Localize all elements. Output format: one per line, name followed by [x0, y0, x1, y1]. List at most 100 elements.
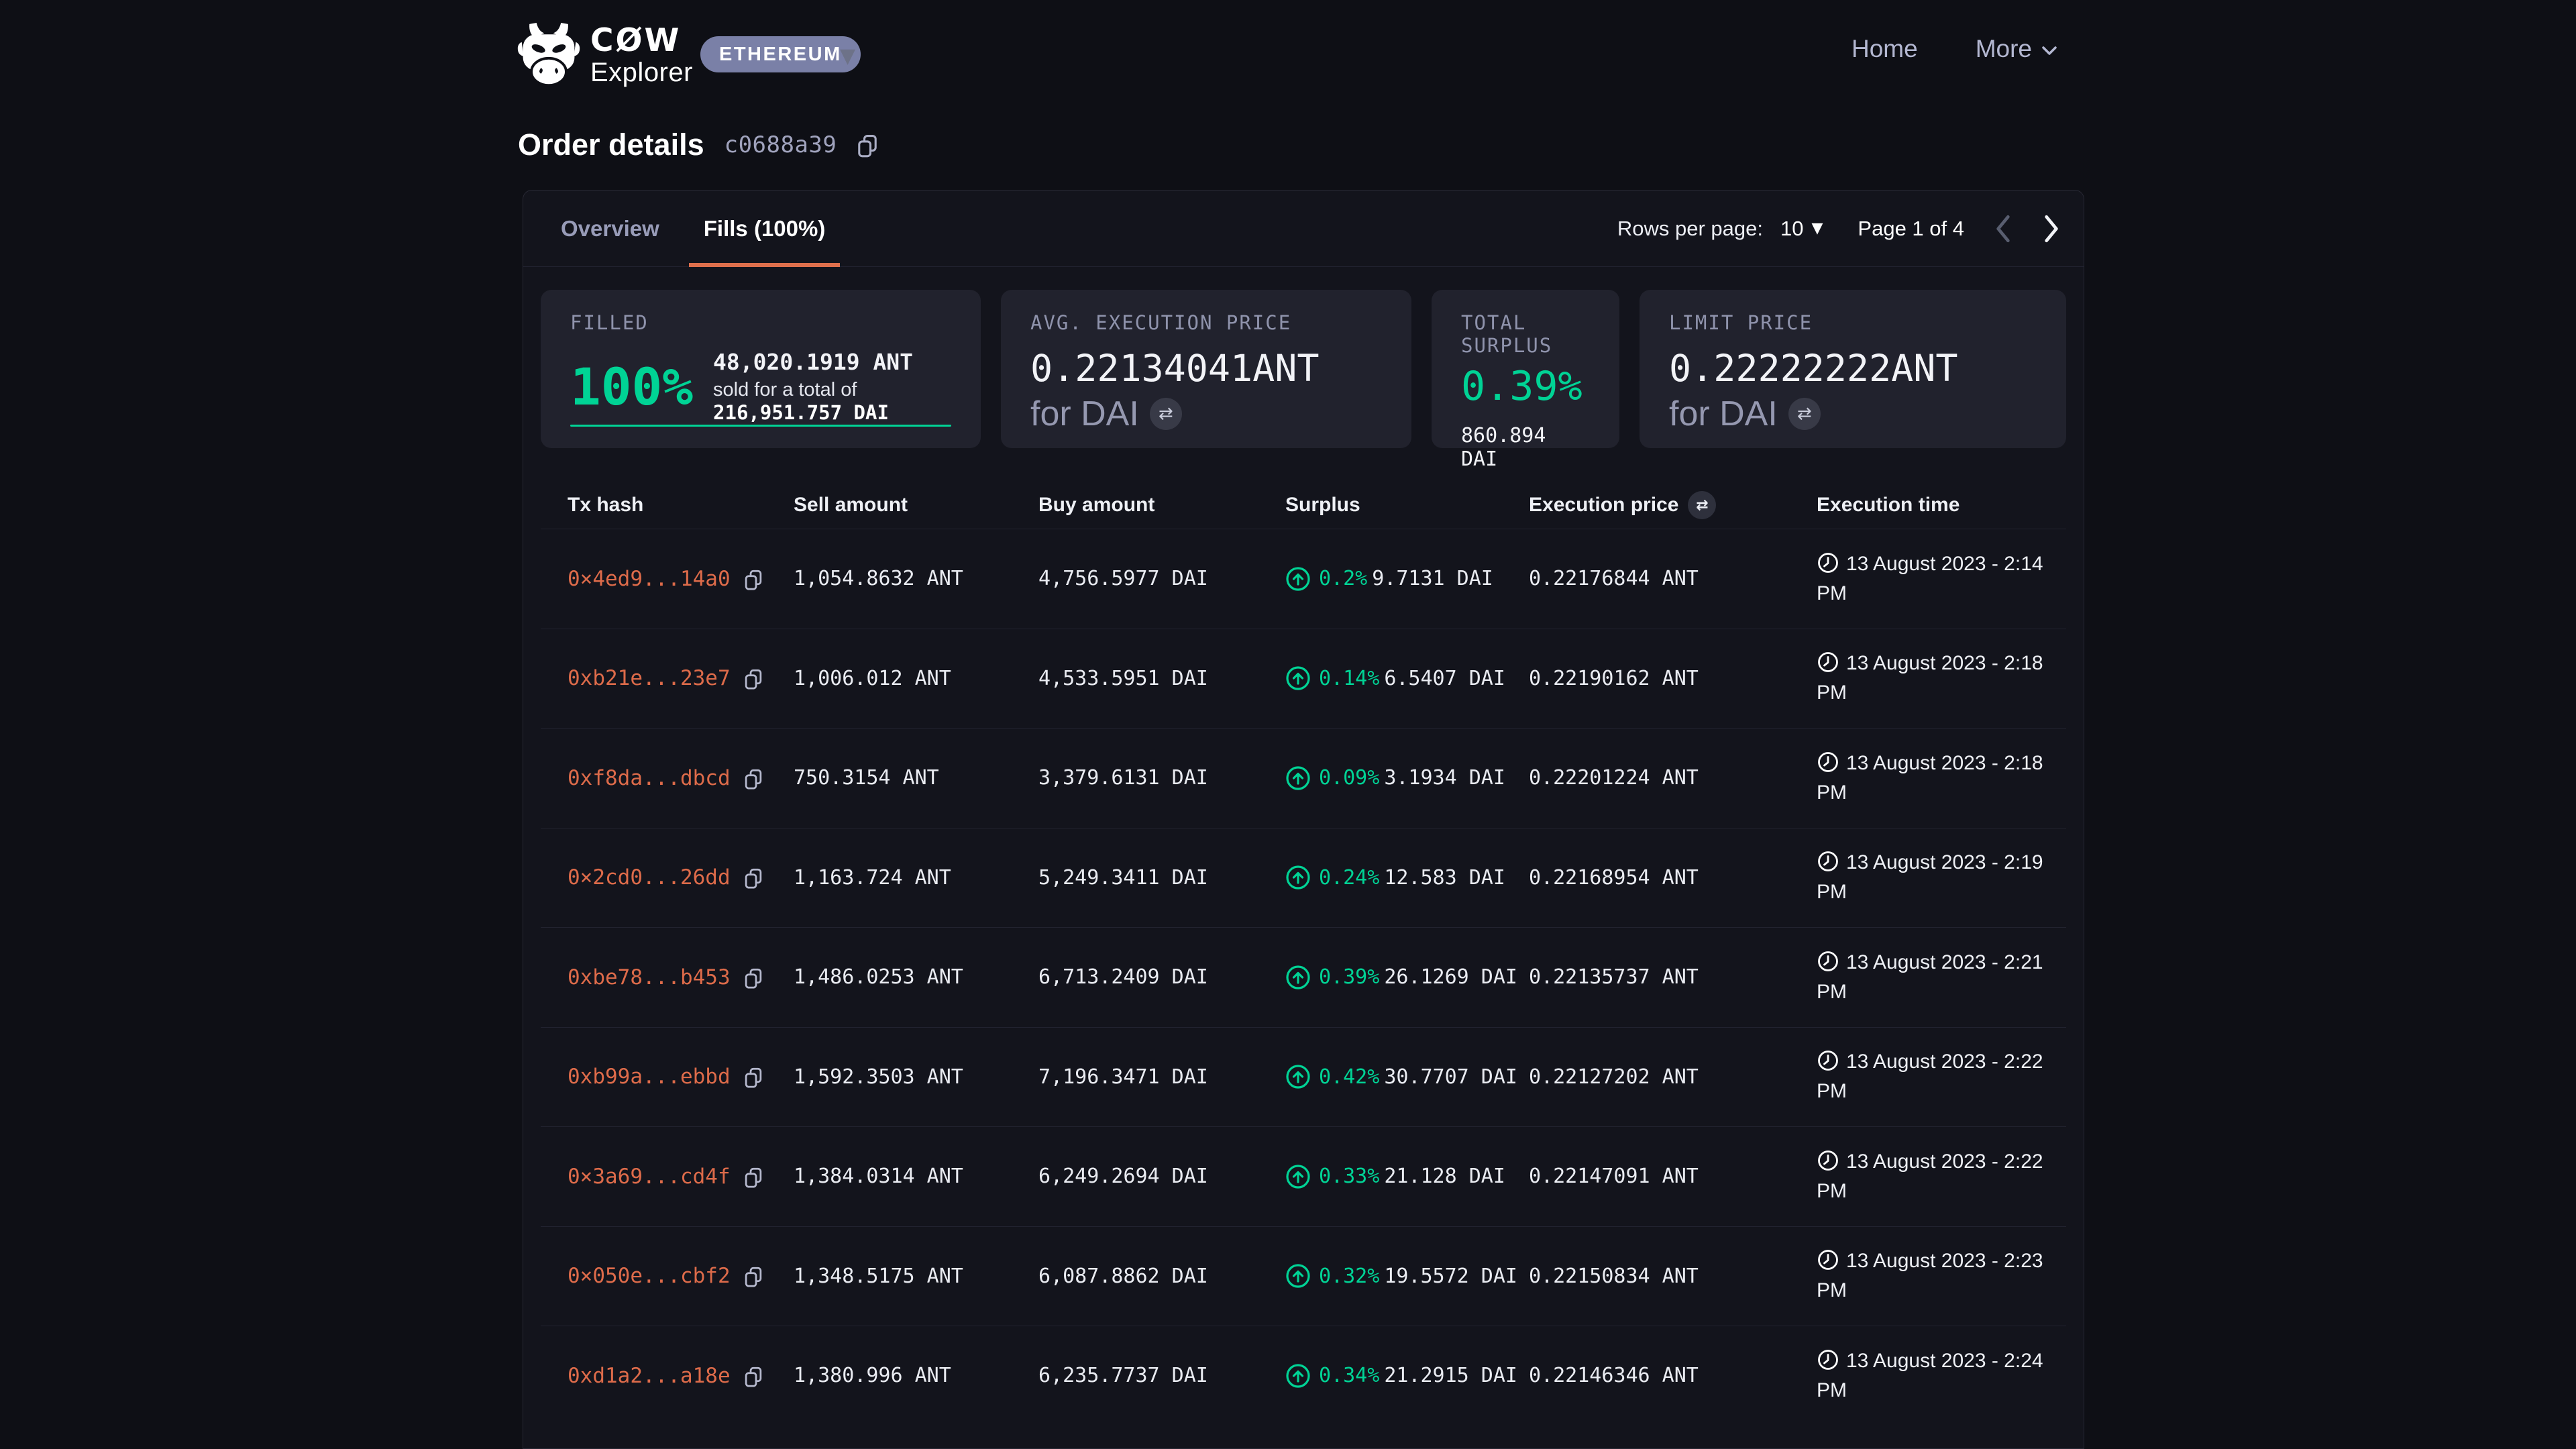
- tab-fills-label: Fills (100%): [704, 216, 826, 241]
- surplus-cell: 0.39% 26.1269 DAI: [1285, 965, 1529, 990]
- copy-tx-hash-button[interactable]: [744, 1067, 763, 1089]
- col-sell-amount: Sell amount: [794, 494, 1038, 517]
- nav-more[interactable]: More: [1976, 35, 2057, 63]
- execution-time-text: 13 August 2023 - 2:22 PM: [1817, 1051, 2043, 1102]
- execution-time-cell: 13 August 2023 - 2:22 PM: [1817, 1047, 2066, 1106]
- surplus-up-icon: [1285, 765, 1311, 791]
- tab-overview[interactable]: Overview: [546, 191, 674, 266]
- limit-price-invert-button[interactable]: ⇄: [1788, 398, 1821, 430]
- tx-hash-link[interactable]: 0×3a69...cd4f: [568, 1165, 731, 1189]
- tx-hash-link[interactable]: 0×4ed9...14a0: [568, 567, 731, 591]
- rows-per-page-caret-icon: ▼: [1812, 220, 1823, 237]
- nav-home-label: Home: [1851, 35, 1918, 63]
- surplus-cell: 0.32% 19.5572 DAI: [1285, 1263, 1529, 1289]
- copy-tx-hash-button[interactable]: [744, 868, 763, 890]
- limit-price-value: 0.22222222ANT: [1669, 347, 2037, 390]
- copy-icon: [744, 669, 763, 690]
- total-surplus-card: TOTAL SURPLUS 0.39% 860.894 DAI: [1432, 290, 1619, 448]
- execution-price-cell: 0.22168954 ANT: [1529, 866, 1817, 890]
- tx-hash-cell: 0xbe78...b453: [541, 965, 794, 989]
- table-header-row: Tx hash Sell amount Buy amount Surplus E…: [541, 482, 2066, 529]
- main-nav: Home More: [1851, 35, 2057, 63]
- next-page-button[interactable]: [2012, 213, 2061, 244]
- tx-hash-link[interactable]: 0xf8da...dbcd: [568, 766, 731, 790]
- buy-amount-cell: 3,379.6131 DAI: [1038, 766, 1285, 790]
- tx-hash-link[interactable]: 0×2cd0...26dd: [568, 865, 731, 890]
- avg-price-label: AVG. EXECUTION PRICE: [1030, 311, 1382, 334]
- surplus-cell: 0.42% 30.7707 DAI: [1285, 1064, 1529, 1089]
- page-indicator: Page 1 of 4: [1858, 217, 1964, 241]
- tx-hash-link[interactable]: 0xd1a2...a18e: [568, 1364, 731, 1388]
- network-selector[interactable]: ETHEREUM: [700, 36, 861, 72]
- surplus-percent: 0.42%: [1319, 1065, 1379, 1089]
- copy-icon: [744, 769, 763, 790]
- filled-percent: 100%: [570, 362, 693, 413]
- surplus-up-icon: [1285, 865, 1311, 890]
- buy-amount-cell: 6,249.2694 DAI: [1038, 1165, 1285, 1188]
- surplus-cell: 0.14% 6.5407 DAI: [1285, 665, 1529, 691]
- tab-fills[interactable]: Fills (100%): [689, 191, 841, 266]
- clock-icon: [1817, 551, 1839, 574]
- surplus-percent: 0.32%: [1319, 1265, 1379, 1288]
- tab-bar: Overview Fills (100%) Rows per page: 10 …: [523, 191, 2084, 267]
- tx-hash-cell: 0xb21e...23e7: [541, 666, 794, 690]
- sell-amount-cell: 1,380.996 ANT: [794, 1364, 1038, 1387]
- buy-amount-cell: 6,087.8862 DAI: [1038, 1265, 1285, 1288]
- execution-time-text: 13 August 2023 - 2:21 PM: [1817, 951, 2043, 1003]
- copy-icon: [744, 1167, 763, 1189]
- total-surplus-percent: 0.39%: [1461, 366, 1590, 407]
- copy-tx-hash-button[interactable]: [744, 968, 763, 989]
- buy-amount-cell: 6,713.2409 DAI: [1038, 965, 1285, 989]
- copy-tx-hash-button[interactable]: [744, 1167, 763, 1189]
- tx-hash-link[interactable]: 0xb21e...23e7: [568, 666, 731, 690]
- surplus-percent: 0.09%: [1319, 766, 1379, 790]
- network-caret-icon[interactable]: ▼: [840, 44, 855, 68]
- surplus-amount: 6.5407 DAI: [1384, 667, 1505, 690]
- table-row: 0xb21e...23e7 1,006.012 ANT 4,533.5951 D…: [541, 629, 2066, 729]
- pagination-controls: Rows per page: 10 ▼ Page 1 of 4: [1617, 191, 2061, 266]
- execution-price-cell: 0.22146346 ANT: [1529, 1364, 1817, 1387]
- copy-icon: [744, 1267, 763, 1288]
- surplus-up-icon: [1285, 1363, 1311, 1389]
- execution-price-invert-button[interactable]: ⇄: [1688, 491, 1716, 519]
- total-surplus-amount: 860.894 DAI: [1461, 424, 1590, 471]
- execution-time-cell: 13 August 2023 - 2:21 PM: [1817, 948, 2066, 1007]
- surplus-up-icon: [1285, 566, 1311, 592]
- surplus-cell: 0.34% 21.2915 DAI: [1285, 1363, 1529, 1389]
- table-row: 0×050e...cbf2 1,348.5175 ANT 6,087.8862 …: [541, 1226, 2066, 1326]
- nav-home[interactable]: Home: [1851, 35, 1918, 63]
- tx-hash-link[interactable]: 0xb99a...ebbd: [568, 1065, 731, 1089]
- copy-tx-hash-button[interactable]: [744, 769, 763, 790]
- copy-tx-hash-button[interactable]: [744, 570, 763, 591]
- cow-explorer-logo[interactable]: CØW Explorer: [517, 23, 693, 87]
- avg-price-invert-button[interactable]: ⇄: [1150, 398, 1182, 430]
- execution-time-text: 13 August 2023 - 2:23 PM: [1817, 1250, 2043, 1301]
- table-row: 0xf8da...dbcd 750.3154 ANT 3,379.6131 DA…: [541, 728, 2066, 828]
- tx-hash-link[interactable]: 0xbe78...b453: [568, 965, 731, 989]
- tx-hash-link[interactable]: 0×050e...cbf2: [568, 1264, 731, 1288]
- execution-time-cell: 13 August 2023 - 2:14 PM: [1817, 549, 2066, 608]
- avg-execution-price-card: AVG. EXECUTION PRICE 0.22134041ANT for D…: [1001, 290, 1411, 448]
- surplus-amount: 19.5572 DAI: [1384, 1265, 1517, 1288]
- buy-amount-cell: 6,235.7737 DAI: [1038, 1364, 1285, 1387]
- copy-tx-hash-button[interactable]: [744, 1366, 763, 1388]
- execution-time-cell: 13 August 2023 - 2:24 PM: [1817, 1346, 2066, 1405]
- total-surplus-label: TOTAL SURPLUS: [1461, 311, 1590, 357]
- copy-tx-hash-button[interactable]: [744, 669, 763, 690]
- col-buy-amount: Buy amount: [1038, 494, 1285, 517]
- filled-label: FILLED: [570, 311, 951, 334]
- table-row: 0xb99a...ebbd 1,592.3503 ANT 7,196.3471 …: [541, 1027, 2066, 1127]
- surplus-cell: 0.2% 9.7131 DAI: [1285, 566, 1529, 592]
- copy-tx-hash-button[interactable]: [744, 1267, 763, 1288]
- buy-amount-cell: 7,196.3471 DAI: [1038, 1065, 1285, 1089]
- execution-price-cell: 0.22127202 ANT: [1529, 1065, 1817, 1089]
- surplus-amount: 21.128 DAI: [1384, 1165, 1505, 1188]
- clock-icon: [1817, 651, 1839, 674]
- execution-time-cell: 13 August 2023 - 2:18 PM: [1817, 749, 2066, 808]
- rows-per-page-select[interactable]: 10 ▼: [1780, 217, 1823, 241]
- tx-hash-cell: 0xb99a...ebbd: [541, 1065, 794, 1089]
- copy-order-id-button[interactable]: [857, 134, 878, 158]
- execution-time-text: 13 August 2023 - 2:22 PM: [1817, 1150, 2043, 1202]
- clock-icon: [1817, 1348, 1839, 1371]
- prev-page-button[interactable]: [1964, 213, 2012, 244]
